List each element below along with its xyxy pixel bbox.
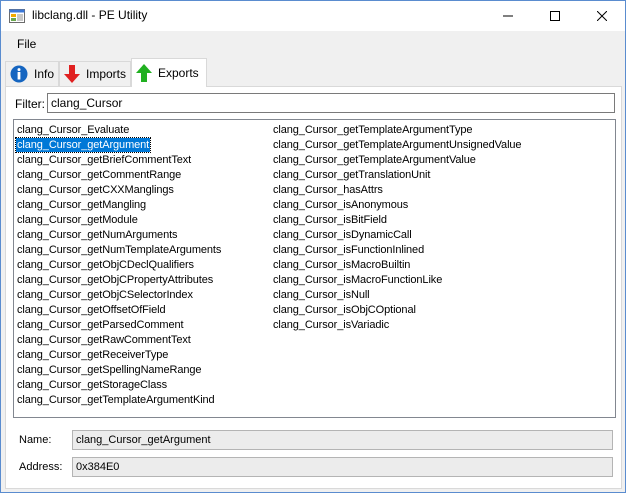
list-item-label: clang_Cursor_getNumTemplateArguments bbox=[17, 244, 222, 256]
list-item-label: clang_Cursor_isVariadic bbox=[273, 319, 390, 331]
exports-column-2: clang_Cursor_getTemplateArgumentTypeclan… bbox=[272, 122, 522, 332]
list-item[interactable]: clang_Cursor_getArgument bbox=[14, 137, 222, 153]
list-item-label: clang_Cursor_getStorageClass bbox=[17, 379, 168, 391]
list-item-label: clang_Cursor_isMacroFunctionLike bbox=[273, 274, 443, 286]
list-item-label: clang_Cursor_isNull bbox=[273, 289, 370, 301]
list-item-label: clang_Cursor_getRawCommentText bbox=[17, 334, 191, 346]
filter-input[interactable] bbox=[47, 93, 615, 113]
list-item[interactable]: clang_Cursor_getMangling bbox=[16, 197, 222, 212]
tab-exports[interactable]: Exports bbox=[131, 58, 207, 87]
list-item[interactable]: clang_Cursor_getReceiverType bbox=[16, 347, 222, 362]
exports-column-1: clang_Cursor_Evaluate clang_Cursor_getArg… bbox=[14, 122, 222, 407]
menu-file[interactable]: File bbox=[17, 37, 36, 51]
list-item-label: clang_Cursor_isObjCOptional bbox=[273, 304, 416, 316]
maximize-button[interactable] bbox=[532, 1, 578, 31]
tab-imports-label: Imports bbox=[86, 67, 127, 81]
list-item[interactable]: clang_Cursor_getRawCommentText bbox=[16, 332, 222, 347]
name-field[interactable]: clang_Cursor_getArgument bbox=[72, 430, 613, 450]
list-item[interactable]: clang_Cursor_getBriefCommentText bbox=[16, 152, 222, 167]
list-item[interactable]: clang_Cursor_getCXXManglings bbox=[16, 182, 222, 197]
exports-listbox[interactable]: clang_Cursor_Evaluate clang_Cursor_getArg… bbox=[13, 119, 616, 418]
tab-info[interactable]: Info bbox=[5, 61, 59, 86]
list-item-label: clang_Cursor_getReceiverType bbox=[17, 349, 169, 361]
list-item-label: clang_Cursor_getCommentRange bbox=[17, 169, 182, 181]
list-item-label: clang_Cursor_getNumArguments bbox=[17, 229, 178, 241]
list-item[interactable]: clang_Cursor_getTemplateArgumentUnsigned… bbox=[272, 137, 522, 152]
list-item-label: clang_Cursor_isAnonymous bbox=[273, 199, 409, 211]
list-item-label: clang_Cursor_getTemplateArgumentKind bbox=[17, 394, 215, 406]
minimize-button[interactable] bbox=[485, 1, 531, 31]
tab-info-label: Info bbox=[34, 67, 55, 81]
list-item-label: clang_Cursor_getObjCDeclQualifiers bbox=[17, 259, 194, 271]
list-item[interactable]: clang_Cursor_getCommentRange bbox=[16, 167, 222, 182]
list-item-label: clang_Cursor_getMangling bbox=[17, 199, 147, 211]
list-item[interactable]: clang_Cursor_getParsedComment bbox=[16, 317, 222, 332]
red-down-arrow-icon bbox=[64, 65, 80, 83]
list-item-label: clang_Cursor_isMacroBuiltin bbox=[273, 259, 411, 271]
list-item-label: clang_Cursor_getBriefCommentText bbox=[17, 154, 192, 166]
list-item[interactable]: clang_Cursor_isMacroFunctionLike bbox=[272, 272, 522, 287]
list-item[interactable]: clang_Cursor_isAnonymous bbox=[272, 197, 522, 212]
tab-exports-label: Exports bbox=[158, 66, 199, 80]
filter-label: Filter: bbox=[15, 97, 45, 111]
menu-bar: File bbox=[1, 31, 625, 57]
list-item-label: clang_Cursor_getTranslationUnit bbox=[273, 169, 431, 181]
list-item-label: clang_Cursor_isFunctionInlined bbox=[273, 244, 425, 256]
list-item[interactable]: clang_Cursor_getTranslationUnit bbox=[272, 167, 522, 182]
list-item-label: clang_Cursor_isDynamicCall bbox=[273, 229, 412, 241]
list-item-label: clang_Cursor_getTemplateArgumentValue bbox=[273, 154, 476, 166]
green-up-arrow-icon bbox=[136, 64, 152, 82]
list-item[interactable]: clang_Cursor_isFunctionInlined bbox=[272, 242, 522, 257]
tab-strip: Info Imports Exports bbox=[1, 57, 625, 87]
minimize-icon bbox=[503, 15, 513, 17]
list-item[interactable]: clang_Cursor_isDynamicCall bbox=[272, 227, 522, 242]
list-item-label: clang_Cursor_getTemplateArgumentType bbox=[273, 124, 473, 136]
list-item-label: clang_Cursor_getTemplateArgumentUnsigned… bbox=[273, 139, 522, 151]
list-item[interactable]: clang_Cursor_getSpellingNameRange bbox=[16, 362, 222, 377]
list-item[interactable]: clang_Cursor_getNumTemplateArguments bbox=[16, 242, 222, 257]
list-item-label: clang_Cursor_getParsedComment bbox=[17, 319, 184, 331]
list-item-label: clang_Cursor_hasAttrs bbox=[273, 184, 383, 196]
tab-imports[interactable]: Imports bbox=[59, 61, 131, 86]
name-label: Name: bbox=[19, 434, 52, 446]
list-item[interactable]: clang_Cursor_Evaluate bbox=[16, 122, 222, 137]
list-item-label: clang_Cursor_getArgument bbox=[14, 137, 152, 153]
list-item[interactable]: clang_Cursor_getStorageClass bbox=[16, 377, 222, 392]
list-item-label: clang_Cursor_Evaluate bbox=[17, 124, 130, 136]
list-item-label: clang_Cursor_getModule bbox=[17, 214, 138, 226]
list-item[interactable]: clang_Cursor_getObjCDeclQualifiers bbox=[16, 257, 222, 272]
list-item[interactable]: clang_Cursor_getNumArguments bbox=[16, 227, 222, 242]
list-item[interactable]: clang_Cursor_getObjCSelectorIndex bbox=[16, 287, 222, 302]
list-item-label: clang_Cursor_getCXXManglings bbox=[17, 184, 174, 196]
list-item-label: clang_Cursor_getObjCPropertyAttributes bbox=[17, 274, 214, 286]
list-item[interactable]: clang_Cursor_getObjCPropertyAttributes bbox=[16, 272, 222, 287]
list-item[interactable]: clang_Cursor_getTemplateArgumentType bbox=[272, 122, 522, 137]
list-item[interactable]: clang_Cursor_getModule bbox=[16, 212, 222, 227]
list-item[interactable]: clang_Cursor_hasAttrs bbox=[272, 182, 522, 197]
list-item-label: clang_Cursor_getObjCSelectorIndex bbox=[17, 289, 193, 301]
list-item[interactable]: clang_Cursor_getTemplateArgumentValue bbox=[272, 152, 522, 167]
address-label: Address: bbox=[19, 461, 63, 473]
list-item-label: clang_Cursor_isBitField bbox=[273, 214, 387, 226]
list-item[interactable]: clang_Cursor_isObjCOptional bbox=[272, 302, 522, 317]
address-field[interactable]: 0x384E0 bbox=[72, 457, 613, 477]
title-bar[interactable]: libclang.dll - PE Utility bbox=[1, 1, 625, 31]
info-icon bbox=[10, 65, 28, 83]
list-item[interactable]: clang_Cursor_getOffsetOfField bbox=[16, 302, 222, 317]
list-item[interactable]: clang_Cursor_isNull bbox=[272, 287, 522, 302]
app-icon bbox=[9, 9, 25, 23]
main-window: libclang.dll - PE Utility File Info Impo… bbox=[0, 0, 626, 493]
window-title: libclang.dll - PE Utility bbox=[32, 8, 148, 22]
close-icon bbox=[597, 11, 607, 21]
list-item[interactable]: clang_Cursor_isBitField bbox=[272, 212, 522, 227]
list-item-label: clang_Cursor_getSpellingNameRange bbox=[17, 364, 202, 376]
maximize-icon bbox=[550, 11, 560, 21]
list-item[interactable]: clang_Cursor_isVariadic bbox=[272, 317, 522, 332]
list-item[interactable]: clang_Cursor_isMacroBuiltin bbox=[272, 257, 522, 272]
list-item[interactable]: clang_Cursor_getTemplateArgumentKind bbox=[16, 392, 222, 407]
close-button[interactable] bbox=[579, 1, 625, 31]
list-item-label: clang_Cursor_getOffsetOfField bbox=[17, 304, 166, 316]
